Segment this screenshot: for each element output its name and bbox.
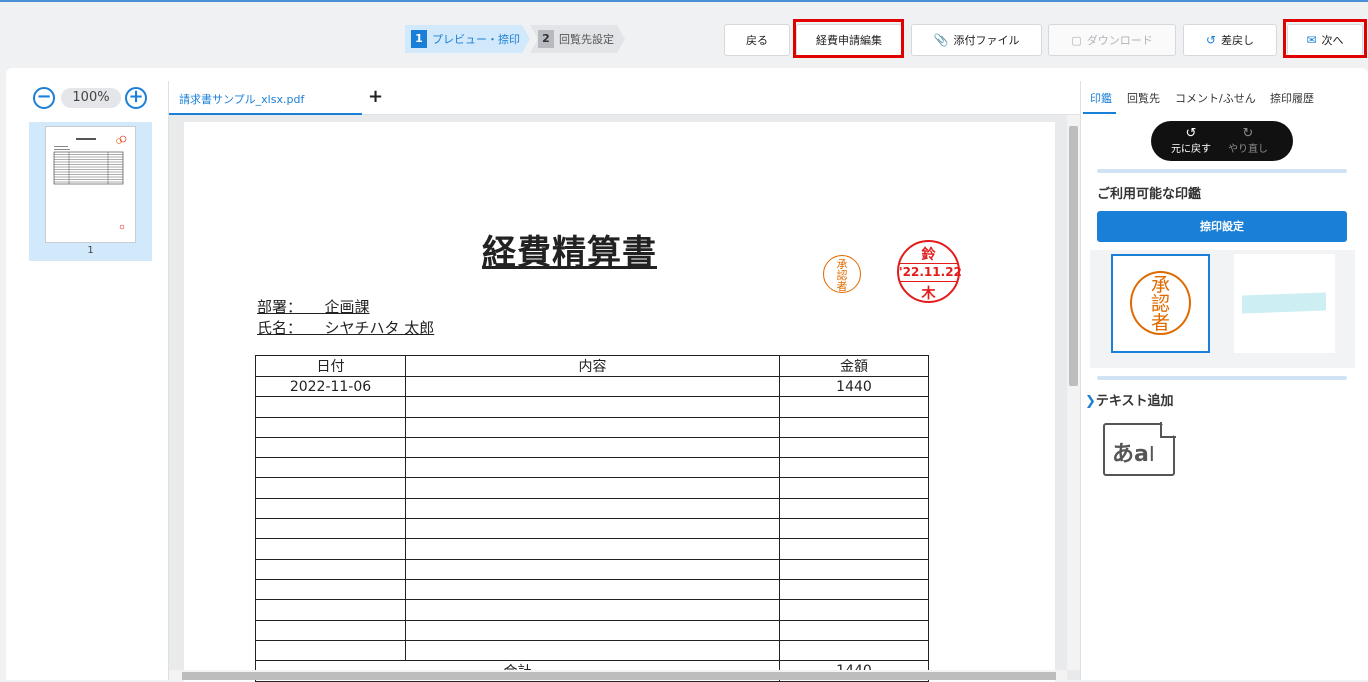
table-row [255, 518, 929, 540]
section-divider [1097, 376, 1347, 380]
header-amount: 金額 [779, 355, 929, 377]
download-icon: ▢ [1071, 33, 1082, 47]
attach-file-button[interactable]: 📎 添付ファイル [911, 24, 1042, 56]
table-row [255, 436, 929, 459]
zoom-out-icon[interactable]: − [33, 87, 55, 109]
mail-icon: ✉ [1306, 33, 1317, 47]
thumbnail-preview [53, 135, 127, 230]
redo-label: やり直し [1228, 144, 1268, 155]
table-row [255, 578, 929, 601]
table-row [255, 538, 929, 560]
attach-file-label: 添付ファイル [953, 34, 1020, 47]
text-add-heading[interactable]: ❯テキスト追加 [1085, 390, 1174, 409]
tab-seals[interactable]: 印鑑 [1090, 90, 1112, 106]
step-label: 回覧先設定 [559, 33, 614, 46]
text-add-icon-label: あa [1112, 442, 1149, 467]
redo-icon: ↻ [1242, 126, 1254, 141]
active-tab-indicator [1083, 112, 1116, 114]
zoom-in-icon[interactable]: + [125, 87, 147, 109]
seal-char: 者 [836, 280, 848, 293]
back-button[interactable]: 戻る [724, 24, 790, 56]
undo-arrow-icon: ↺ [1205, 33, 1217, 47]
download-label: ダウンロード [1086, 34, 1153, 47]
seal-char: 者 [1150, 312, 1170, 334]
table-row [255, 457, 929, 479]
name-line: 氏名： シヤチハタ 太郎 [257, 319, 435, 337]
cell-content [405, 375, 780, 398]
horizontal-scroll-thumb[interactable] [182, 672, 1056, 680]
table-row [255, 558, 929, 580]
text-card-fold [1160, 422, 1176, 438]
paperclip-icon: 📎 [933, 33, 949, 47]
available-seals-heading: ご利用可能な印鑑 [1097, 187, 1202, 202]
table-row: 2022-11-06 1440 [255, 375, 929, 398]
department-line: 部署： 企画課 [257, 298, 370, 316]
stamp-settings-button[interactable]: 捺印設定 [1097, 211, 1347, 242]
table-row [255, 639, 929, 662]
table-row [255, 396, 929, 418]
section-divider [1097, 169, 1347, 173]
back-button-label: 戻る [746, 34, 768, 47]
edit-expense-button[interactable]: 経費申請編集 [796, 24, 902, 56]
sticky-note-icon [1242, 292, 1326, 314]
next-label: 次へ [1321, 34, 1344, 47]
date-seal-date: '22.11.22 [899, 263, 962, 282]
approver-seal-option[interactable]: 承 認 者 [1130, 271, 1191, 335]
page-thumbnail[interactable] [45, 126, 136, 243]
step-label: プレビュー・捺印 [432, 33, 520, 46]
redo-button[interactable]: ↻ やり直し [1218, 127, 1278, 155]
table-row [255, 619, 929, 641]
edit-expense-label: 経費申請編集 [816, 34, 882, 47]
date-seal-bottom: 木 [921, 286, 936, 302]
table-row [255, 497, 929, 520]
step-preview-stamp[interactable]: 1 プレビュー・捺印 [405, 25, 530, 53]
download-button[interactable]: ▢ ダウンロード [1048, 24, 1176, 56]
table-header-row: 日付 内容 金額 [255, 355, 929, 377]
tab-circulation[interactable]: 回覧先 [1127, 90, 1160, 106]
add-tab-button[interactable]: + [368, 86, 383, 107]
document-title: 経費精算書 [482, 233, 657, 273]
undo-label: 元に戻す [1171, 144, 1211, 155]
tab-comments[interactable]: コメント/ふせん [1175, 90, 1256, 106]
undo-redo-control: ↺ 元に戻す ↻ やり直し [1151, 121, 1293, 161]
send-back-button[interactable]: ↺ 差戻し [1183, 24, 1277, 56]
send-back-label: 差戻し [1221, 34, 1255, 47]
thumbnail-page-number: 1 [87, 245, 94, 256]
approver-seal[interactable]: 承 認 者 [823, 255, 861, 293]
expense-table: 日付 内容 金額 2022-11-06 1440 合計 1440 [255, 355, 929, 682]
table-row [255, 477, 929, 499]
top-accent-line [0, 0, 1368, 2]
step-number: 1 [411, 30, 427, 48]
text-add-label: テキスト追加 [1095, 394, 1174, 409]
header-date: 日付 [255, 355, 406, 377]
undo-button[interactable]: ↺ 元に戻す [1161, 127, 1221, 155]
tab-file[interactable]: 請求書サンプル_xlsx.pdf [169, 81, 362, 115]
cell-date: 2022-11-06 [255, 375, 406, 398]
date-seal-top: 鈴 [921, 247, 936, 263]
step-number: 2 [538, 30, 554, 48]
vertical-scroll-thumb[interactable] [1069, 126, 1078, 386]
undo-icon: ↺ [1185, 126, 1197, 141]
cell-amount: 1440 [779, 375, 929, 398]
date-seal[interactable]: 鈴 '22.11.22 木 [897, 240, 962, 303]
header-content: 内容 [405, 355, 780, 377]
step-circulation-settings[interactable]: 2 回覧先設定 [530, 25, 625, 53]
tab-stamp-history[interactable]: 捺印履歴 [1270, 90, 1314, 106]
next-button[interactable]: ✉ 次へ [1287, 24, 1363, 56]
zoom-level: 100% [61, 88, 121, 108]
table-row [255, 416, 929, 438]
table-row [255, 599, 929, 621]
chevron-right-icon: ❯ [1085, 394, 1096, 409]
